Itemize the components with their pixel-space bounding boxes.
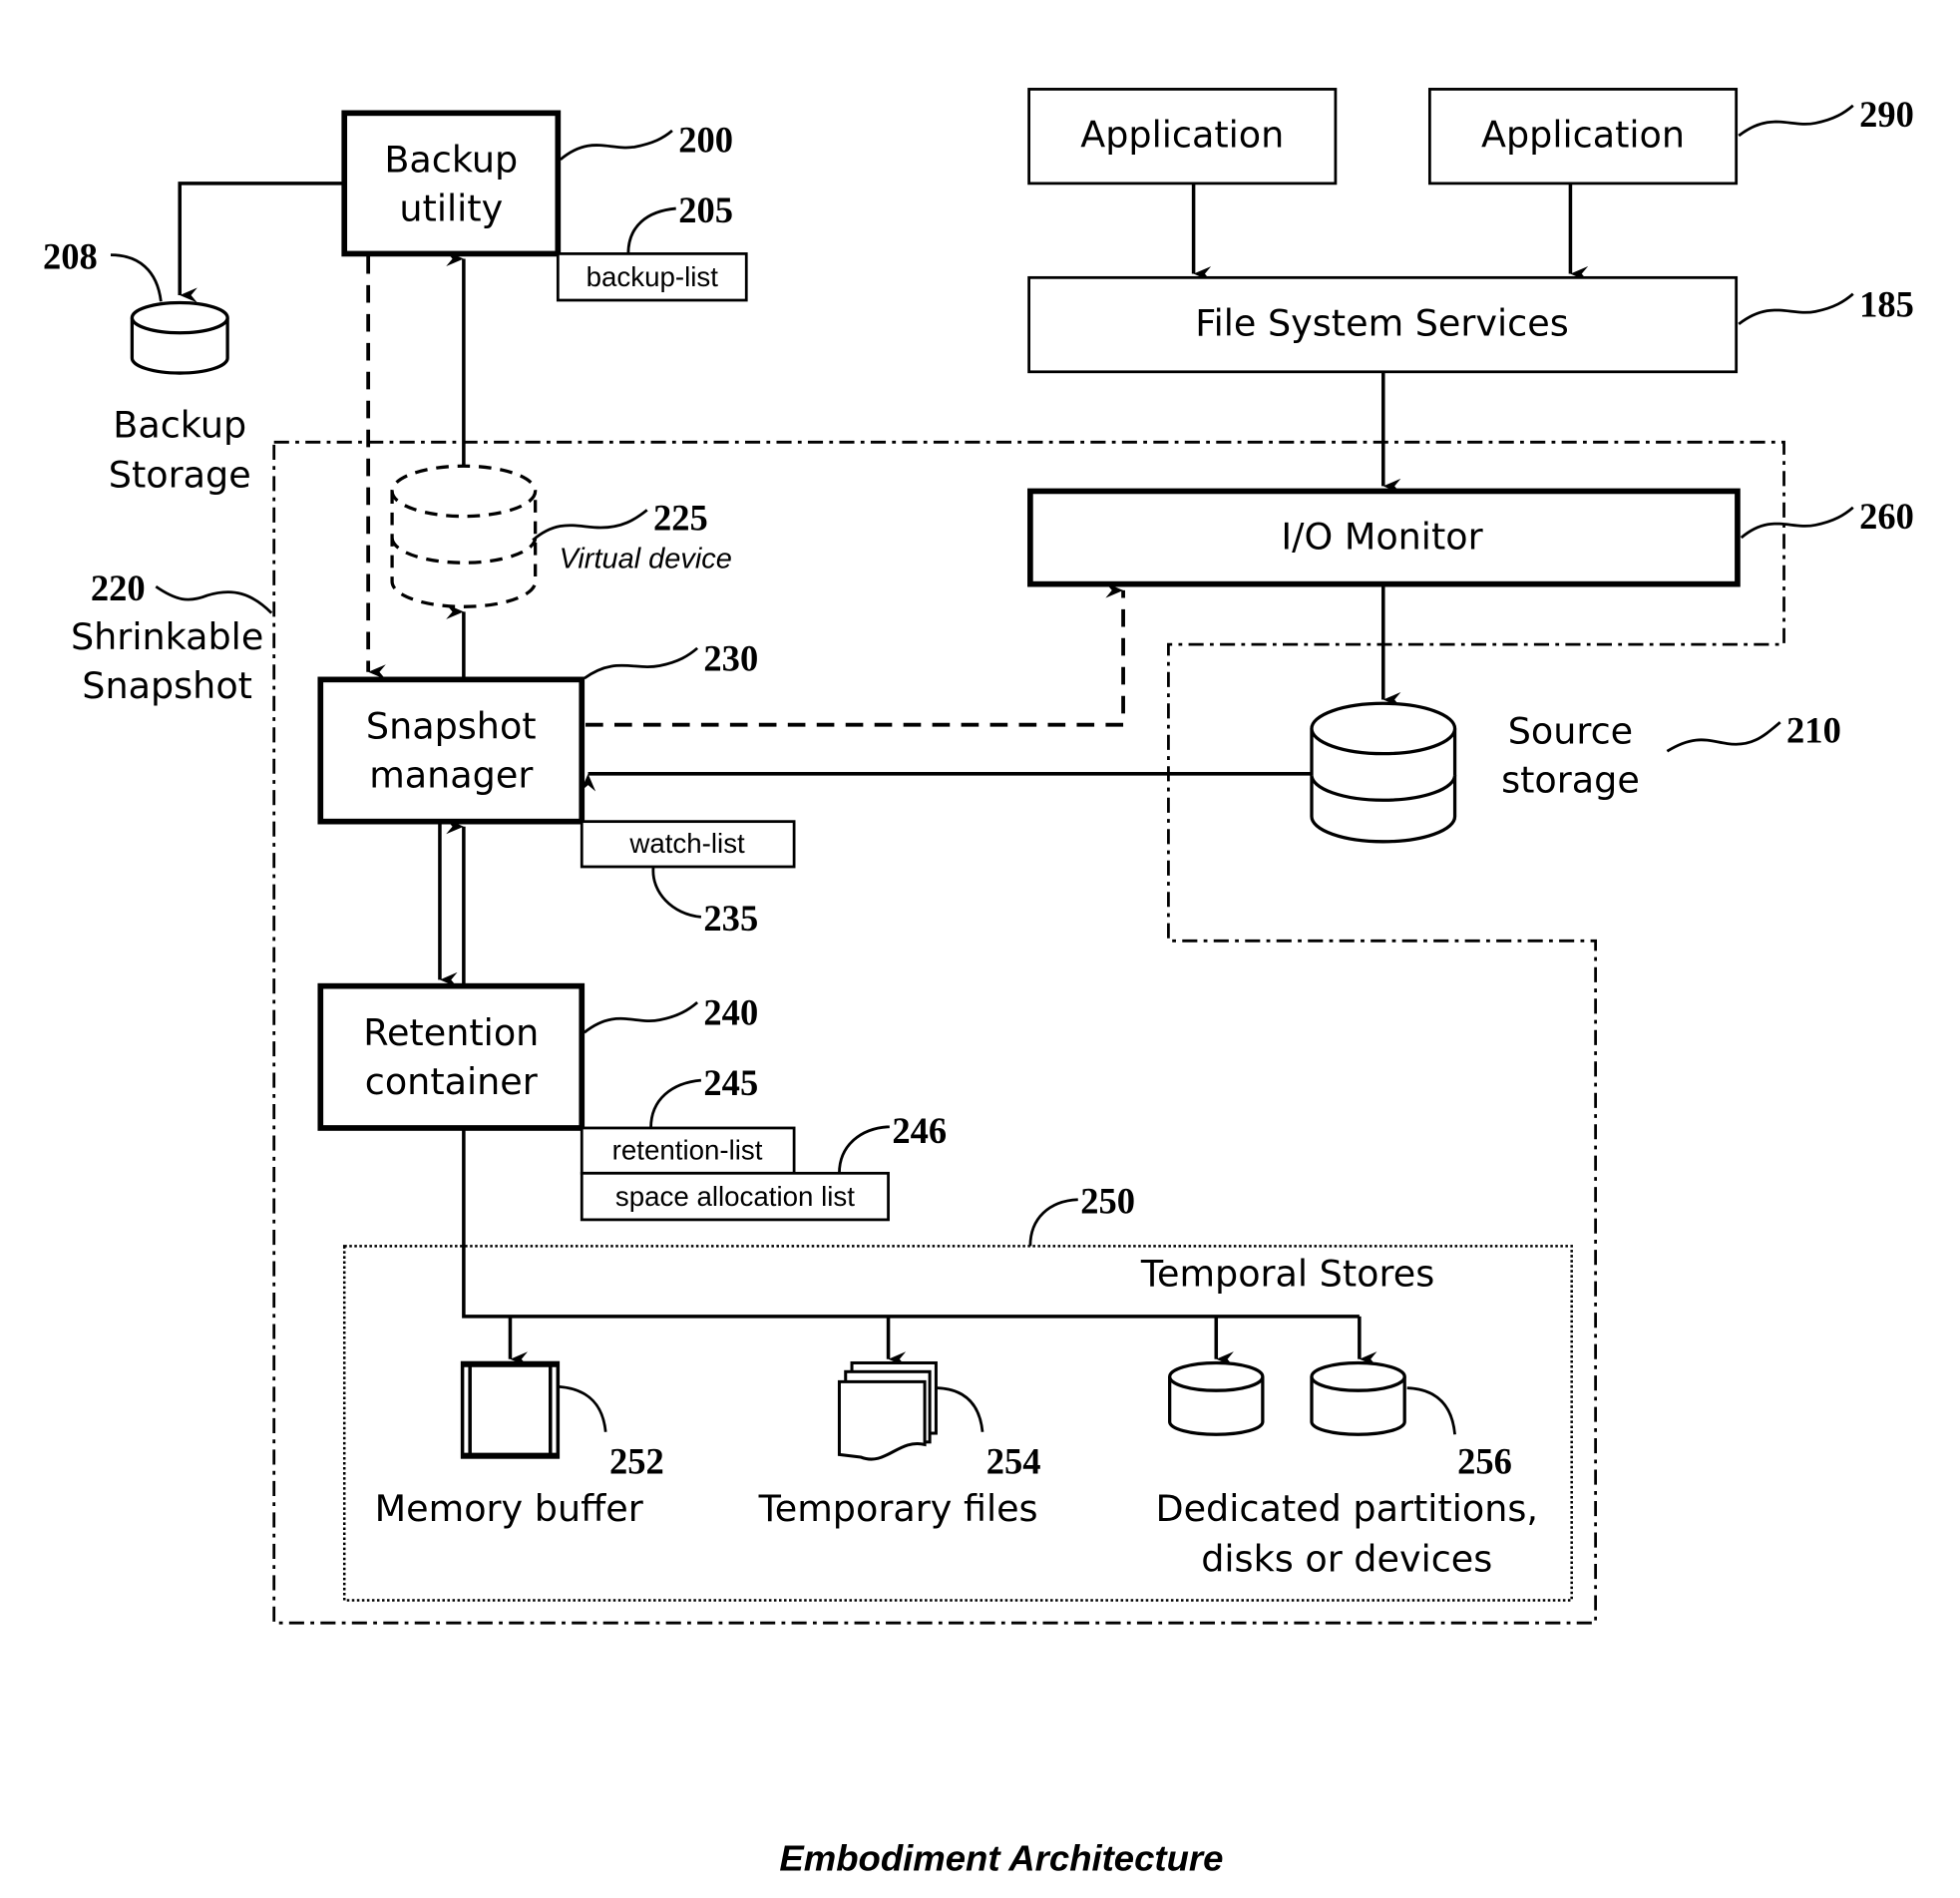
snapshot-manager-label-line2: manager [369,754,534,797]
ref-leader-185 [1738,292,1854,326]
ref-leader-210 [1666,721,1781,753]
ref-220: 220 [91,568,146,608]
backup-storage-icon[interactable] [130,300,229,375]
memory-buffer-icon[interactable] [460,1360,561,1459]
ref-256: 256 [1457,1440,1512,1481]
ref-leader-290 [1738,104,1854,138]
temporary-files-label: Temporary files [758,1487,1038,1530]
application-2[interactable]: Application [1427,88,1739,186]
ref-246: 246 [892,1110,947,1151]
io-monitor-label: I/O Monitor [1281,515,1483,558]
io-monitor[interactable]: I/O Monitor [1027,488,1741,587]
ref-210: 210 [1786,709,1841,750]
ref-200: 200 [678,119,733,160]
shrinkable-snapshot-label-line1: Shrinkable [71,615,263,658]
temporary-files-icon[interactable] [837,1360,938,1461]
partition-disk-icon-2[interactable] [1310,1360,1406,1436]
memory-buffer-label: Memory buffer [375,1487,644,1530]
file-system-services-label: File System Services [1195,301,1568,344]
space-allocation-list[interactable]: space allocation list [580,1171,890,1222]
source-storage-label-line1: Source [1508,710,1633,753]
dedicated-partitions-label-line1: Dedicated partitions, [1155,1487,1538,1530]
application-1-label: Application [1080,113,1284,156]
architecture-diagram: Application Application 290 File System … [43,88,1914,1878]
source-storage-icon[interactable] [1310,701,1457,844]
ref-leader-260 [1740,506,1854,540]
ref-252: 252 [609,1440,664,1481]
ref-leader-246 [838,1125,890,1174]
ref-240: 240 [703,992,758,1033]
ref-205: 205 [678,190,733,230]
ref-leader-208 [110,253,163,302]
ref-235: 235 [703,898,758,939]
backup-storage-label-line1: Backup [113,403,246,446]
ref-leader-256 [1406,1386,1456,1435]
ref-260: 260 [1859,496,1914,537]
retention-list[interactable]: retention-list [580,1126,796,1175]
backup-utility-label-line1: Backup [384,139,518,182]
snapshot-manager[interactable]: Snapshot manager [317,676,586,825]
ref-230: 230 [703,638,758,679]
shrinkable-snapshot-label-line2: Snapshot [82,664,252,707]
ref-208: 208 [43,236,98,277]
backup-utility-label-line2: utility [399,188,503,230]
temporal-stores-label: Temporal Stores [1140,1253,1434,1296]
ref-290: 290 [1859,94,1914,135]
virtual-device-icon[interactable] [390,464,538,608]
retention-container-label-line1: Retention [363,1011,539,1054]
ref-leader-252 [559,1385,607,1432]
source-storage-label-line2: storage [1501,759,1640,802]
ref-254: 254 [986,1440,1041,1481]
backup-list-label: backup-list [587,261,719,292]
space-allocation-list-label: space allocation list [615,1181,855,1212]
ref-225: 225 [653,497,708,538]
arrow-backup-utility-to-storage [178,182,345,303]
figure-caption: Embodiment Architecture [779,1837,1223,1878]
ref-leader-205 [626,206,676,254]
retention-list-label: retention-list [612,1134,763,1165]
ref-185: 185 [1859,283,1914,324]
ref-leader-225 [532,509,648,542]
ref-leader-240 [583,1000,699,1034]
virtual-device-label: Virtual device [560,543,732,574]
snapshot-manager-label-line1: Snapshot [366,705,537,748]
arrow-snapshot-manager-to-io-monitor [586,582,1125,727]
ref-leader-245 [649,1078,702,1128]
watch-list-label: watch-list [628,828,745,859]
ref-leader-220 [155,585,273,614]
file-system-services[interactable]: File System Services [1027,275,1739,374]
retention-container[interactable]: Retention container [317,982,586,1131]
ref-245: 245 [703,1062,758,1103]
backup-storage-label-line2: Storage [109,454,251,497]
dedicated-partitions-label-line2: disks or devices [1201,1538,1492,1581]
retention-container-label-line2: container [365,1060,539,1103]
ref-leader-250 [1028,1198,1078,1247]
application-1[interactable]: Application [1027,88,1338,186]
ref-leader-254 [937,1386,984,1432]
watch-list[interactable]: watch-list [580,820,796,869]
ref-leader-200 [559,129,673,162]
ref-250: 250 [1080,1181,1135,1222]
backup-list[interactable]: backup-list [556,252,748,302]
ref-leader-230 [583,646,699,680]
ref-leader-235 [651,866,702,919]
partition-disk-icon-1[interactable] [1168,1360,1265,1436]
backup-utility[interactable]: Backup utility [341,110,562,257]
application-2-label: Application [1481,113,1685,156]
